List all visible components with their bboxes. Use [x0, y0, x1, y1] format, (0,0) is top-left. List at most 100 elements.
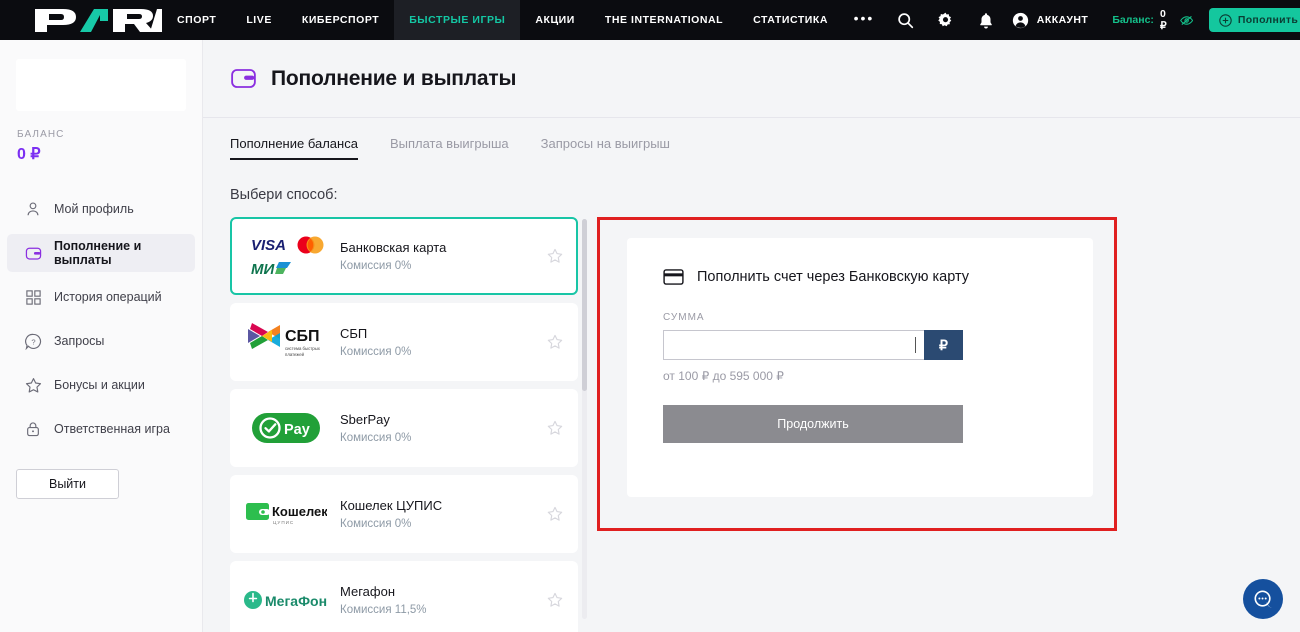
nav-item-esports[interactable]: КИБЕРСПОРТ — [287, 0, 394, 40]
notifications-button[interactable] — [965, 0, 1005, 40]
amount-input-row: ₽ — [663, 330, 963, 360]
payment-method-fee: Комиссия 11,5% — [340, 604, 427, 616]
payment-method-name: SberPay — [340, 412, 390, 427]
settings-button[interactable] — [925, 0, 965, 40]
form-title-row: Пополнить счет через Банковскую карту — [663, 269, 1057, 285]
page-header: Пополнение и выплаты — [203, 40, 1300, 92]
grid-icon — [24, 288, 42, 306]
favorite-star-button[interactable] — [534, 248, 576, 264]
star-icon — [547, 248, 563, 263]
search-button[interactable] — [885, 0, 925, 40]
payment-method-text: СБП Комиссия 0% — [340, 326, 534, 358]
sidebar-item-label: Мой профиль — [54, 202, 134, 216]
text-cursor — [915, 337, 916, 353]
payment-method-fee: Комиссия 0% — [340, 346, 412, 358]
brand-logo[interactable] — [0, 7, 162, 33]
currency-button[interactable]: ₽ — [924, 330, 963, 360]
sidebar-item-requests[interactable]: ? Запросы — [7, 322, 195, 360]
balance-label: Баланс: — [1112, 14, 1154, 26]
eye-hidden-icon[interactable] — [1179, 14, 1193, 27]
main-content: Пополнение и выплаты Пополнение баланса … — [203, 40, 1300, 632]
chat-bubble-icon — [1253, 589, 1272, 608]
nav-item-promos[interactable]: АКЦИИ — [520, 0, 590, 40]
nav-item-sport[interactable]: СПОРТ — [162, 0, 231, 40]
koshelek-cupis-logo: Кошелек ЦУПИС — [232, 498, 340, 530]
payment-method-name: Мегафон — [340, 584, 395, 599]
continue-button[interactable]: Продолжить — [663, 405, 963, 443]
payment-method-fee: Комиссия 0% — [340, 260, 412, 272]
user-icon — [24, 200, 42, 218]
wallet-icon — [231, 69, 256, 88]
sidebar-item-history[interactable]: История операций — [7, 278, 195, 316]
main-nav: СПОРТ LIVE КИБЕРСПОРТ БЫСТРЫЕ ИГРЫ АКЦИИ… — [162, 0, 885, 40]
app-root: СПОРТ LIVE КИБЕРСПОРТ БЫСТРЫЕ ИГРЫ АКЦИИ… — [0, 0, 1300, 632]
nav-item-live[interactable]: LIVE — [231, 0, 287, 40]
bell-icon — [979, 12, 992, 28]
sidebar-item-bonuses[interactable]: Бонусы и акции — [7, 366, 195, 404]
user-info-blurred — [16, 59, 186, 111]
header-actions: АККАУНТ Баланс: 0 ₽ Пополнить — [885, 0, 1300, 40]
tab-withdrawal-requests[interactable]: Запросы на выигрыш — [541, 136, 670, 160]
payment-method-sberpay[interactable]: Pay SberPay Комиссия 0% — [230, 389, 578, 467]
svg-text:МегаФон: МегаФон — [265, 593, 327, 609]
logout-button[interactable]: Выйти — [16, 469, 119, 499]
svg-text:VISA: VISA — [251, 237, 286, 254]
chat-support-button[interactable] — [1243, 579, 1283, 619]
header-balance[interactable]: Баланс: 0 ₽ — [1102, 0, 1203, 40]
megafon-logo: МегаФон — [232, 588, 340, 612]
svg-text:система быстрых: система быстрых — [285, 346, 321, 351]
payment-method-megafon[interactable]: МегаФон Мегафон Комиссия 11,5% — [230, 561, 578, 632]
wallet-icon — [24, 244, 42, 262]
favorite-star-button[interactable] — [534, 592, 576, 608]
tab-deposit[interactable]: Пополнение баланса — [230, 136, 358, 160]
methods-scrollbar-thumb[interactable] — [582, 219, 587, 391]
amount-field-label: СУММА — [663, 312, 705, 323]
gear-icon — [938, 12, 952, 26]
question-circle-icon: ? — [24, 332, 42, 350]
favorite-star-button[interactable] — [534, 334, 576, 350]
sidebar-item-label: Ответственная игра — [54, 422, 170, 436]
svg-text:Кошелек: Кошелек — [272, 504, 327, 519]
favorite-star-button[interactable] — [534, 506, 576, 522]
form-title: Пополнить счет через Банковскую карту — [697, 269, 970, 285]
visa-mastercard-mir-logo: VISA МИ — [232, 231, 340, 281]
nav-item-statistics[interactable]: СТАТИСТИКА — [738, 0, 843, 40]
payment-method-bank-card[interactable]: VISA МИ Банковская карта Комиссия 0% — [230, 217, 578, 295]
pari-logo-icon — [35, 9, 162, 32]
sidebar-item-payments[interactable]: Пополнение и выплаты — [7, 234, 195, 272]
payment-method-sbp[interactable]: СБП система быстрых платежей СБП Комисси… — [230, 303, 578, 381]
tab-withdrawal[interactable]: Выплата выигрыша — [390, 136, 509, 160]
highlight-box: Пополнить счет через Банковскую карту СУ… — [597, 217, 1117, 531]
sidebar-item-profile[interactable]: Мой профиль — [7, 190, 195, 228]
amount-input[interactable] — [663, 330, 924, 360]
svg-text:?: ? — [31, 337, 35, 346]
sidebar-balance-caption: БАЛАНС — [17, 129, 65, 140]
nav-item-the-international[interactable]: THE INTERNATIONAL — [590, 0, 738, 40]
balance-value: 0 ₽ — [1159, 8, 1167, 32]
payment-methods-column: VISA МИ Банковская карта Комиссия 0% СБП… — [230, 217, 587, 632]
payment-methods-list: VISA МИ Банковская карта Комиссия 0% СБП… — [230, 217, 578, 632]
payment-method-name: СБП — [340, 326, 368, 341]
search-icon — [897, 12, 913, 28]
amount-hint: от 100 ₽ до 595 000 ₽ — [663, 369, 784, 383]
nav-item-fast-games[interactable]: БЫСТРЫЕ ИГРЫ — [394, 0, 521, 40]
sidebar-item-responsible-gaming[interactable]: Ответственная игра — [7, 410, 195, 448]
account-button[interactable]: АККАУНТ — [1006, 0, 1103, 40]
credit-card-icon — [663, 269, 684, 285]
deposit-form-card: Пополнить счет через Банковскую карту СУ… — [627, 238, 1093, 497]
sidebar: БАЛАНС 0 ₽ Мой профиль Пополнение и выпл… — [0, 40, 203, 632]
svg-text:СБП: СБП — [285, 328, 320, 345]
star-icon — [547, 420, 563, 435]
top-header: СПОРТ LIVE КИБЕРСПОРТ БЫСТРЫЕ ИГРЫ АКЦИИ… — [0, 0, 1300, 40]
methods-scrollbar[interactable] — [582, 219, 587, 619]
payment-method-koshelek-cupis[interactable]: Кошелек ЦУПИС Кошелек ЦУПИС Комиссия 0% — [230, 475, 578, 553]
account-label: АККАУНТ — [1036, 14, 1089, 26]
star-icon — [547, 506, 563, 521]
payment-method-name: Банковская карта — [340, 240, 447, 255]
nav-more-button[interactable]: ••• — [843, 0, 885, 40]
account-avatar-icon — [1012, 12, 1028, 28]
header-topup-button[interactable]: Пополнить — [1208, 8, 1300, 32]
favorite-star-button[interactable] — [534, 420, 576, 436]
plus-circle-icon — [1219, 13, 1232, 27]
svg-text:ЦУПИС: ЦУПИС — [273, 520, 294, 525]
